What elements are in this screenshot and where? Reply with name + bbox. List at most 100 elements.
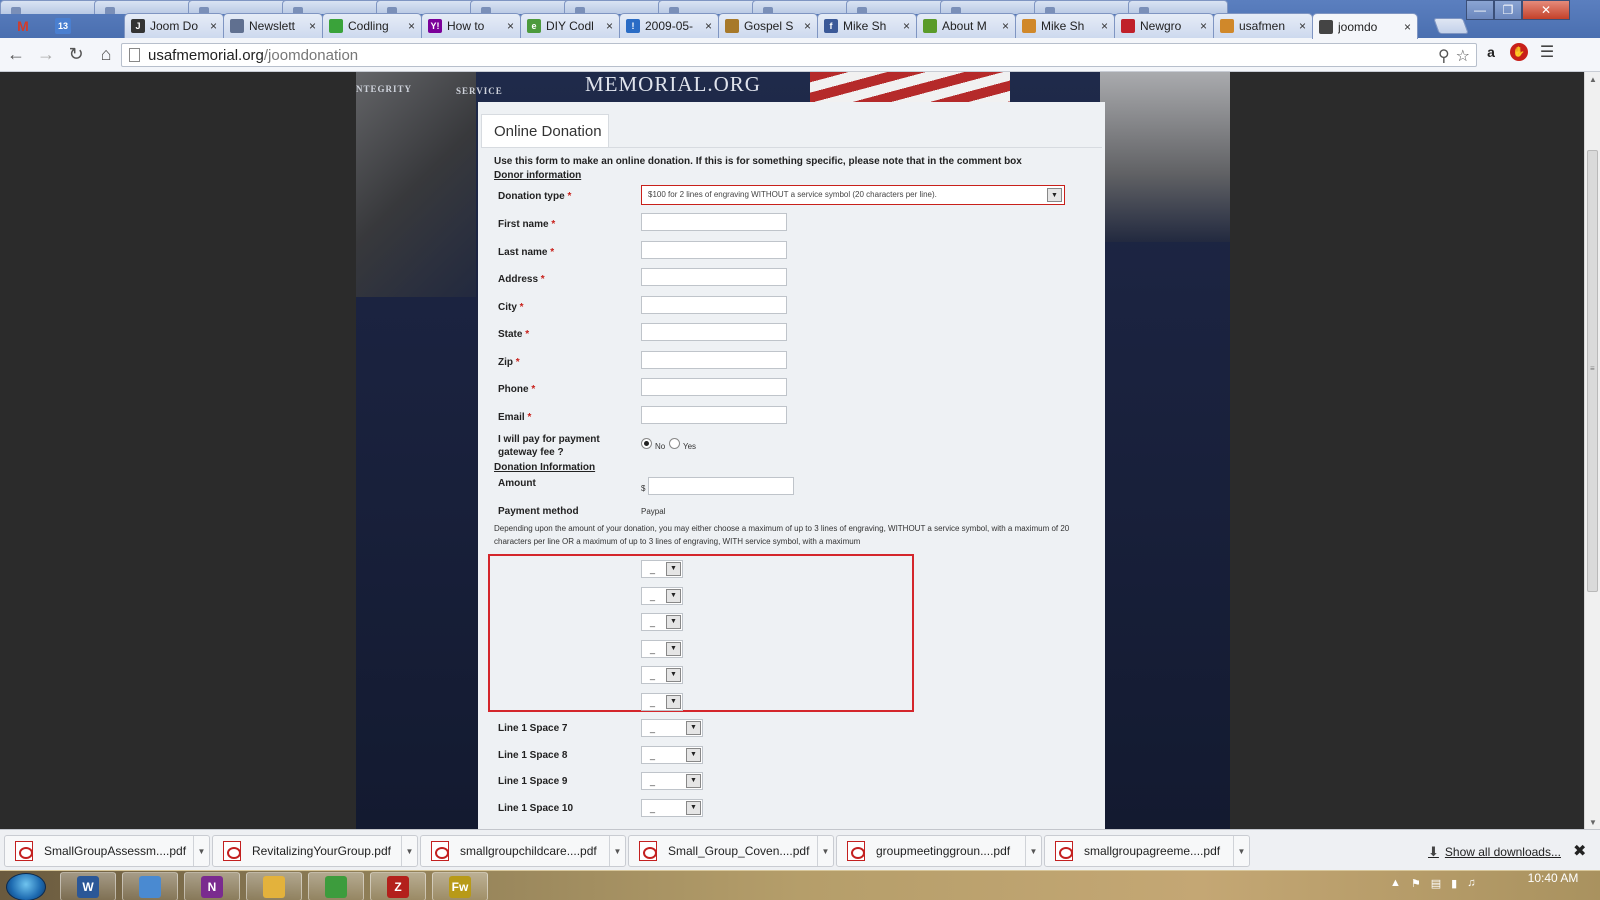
- chevron-down-icon[interactable]: ▼: [1047, 188, 1062, 202]
- chevron-down-icon[interactable]: ▼: [686, 721, 701, 735]
- background-tab[interactable]: [658, 0, 758, 14]
- network-icon[interactable]: ▤: [1431, 877, 1441, 890]
- background-tab[interactable]: [752, 0, 852, 14]
- browser-tab[interactable]: e DIY Codl ×: [520, 13, 620, 38]
- chevron-down-icon[interactable]: ▼: [666, 668, 681, 682]
- gateway-fee-yes-radio[interactable]: [669, 438, 680, 449]
- taskbar-app-button[interactable]: N: [184, 872, 240, 900]
- tab-close-icon[interactable]: ×: [1002, 19, 1009, 33]
- background-tab[interactable]: [470, 0, 570, 14]
- background-tab[interactable]: [1034, 0, 1134, 14]
- field-input[interactable]: [641, 323, 787, 341]
- line-space-select[interactable]: _ ▼: [641, 798, 703, 817]
- browser-tab[interactable]: J Joom Do ×: [124, 13, 224, 38]
- chevron-down-icon[interactable]: ▼: [666, 641, 681, 656]
- line-space-select[interactable]: _ ▼: [641, 745, 703, 764]
- chevron-down-icon[interactable]: ▼: [686, 747, 701, 762]
- engraving-select[interactable]: _ ▼: [641, 666, 683, 684]
- gmail-icon[interactable]: M: [8, 13, 38, 38]
- chevron-down-icon[interactable]: ▼: [1025, 836, 1041, 866]
- taskbar-app-button[interactable]: [308, 872, 364, 900]
- background-tab[interactable]: [564, 0, 664, 14]
- background-tab[interactable]: [0, 0, 100, 14]
- tab-close-icon[interactable]: ×: [1200, 19, 1207, 33]
- engraving-select[interactable]: _ ▼: [641, 560, 683, 578]
- download-item[interactable]: smallgroupchildcare....pdf ▼: [420, 835, 626, 867]
- tab-close-icon[interactable]: ×: [1101, 19, 1108, 33]
- forward-arrow-icon[interactable]: →: [32, 41, 60, 69]
- taskbar-app-button[interactable]: Fw: [432, 872, 488, 900]
- background-tab[interactable]: [846, 0, 946, 14]
- browser-tab[interactable]: About M ×: [916, 13, 1016, 38]
- browser-tab[interactable]: usafmen ×: [1213, 13, 1313, 38]
- amount-input[interactable]: [648, 477, 794, 495]
- field-input[interactable]: [641, 213, 787, 231]
- browser-tab[interactable]: joomdo ×: [1312, 13, 1418, 39]
- background-tab[interactable]: [188, 0, 288, 14]
- tab-close-icon[interactable]: ×: [705, 19, 712, 33]
- home-icon[interactable]: ⌂: [92, 41, 120, 69]
- tab-close-icon[interactable]: ×: [804, 19, 811, 33]
- chevron-down-icon[interactable]: ▼: [666, 588, 681, 603]
- address-bar[interactable]: usafmemorial.org/joomdonation ⚲ ☆: [121, 43, 1477, 67]
- calendar-icon[interactable]: 13: [48, 13, 78, 38]
- browser-tab[interactable]: f Mike Sh ×: [817, 13, 917, 38]
- amazon-icon[interactable]: a: [1480, 41, 1502, 63]
- donation-type-select[interactable]: $100 for 2 lines of engraving WITHOUT a …: [641, 185, 1065, 205]
- flag-icon[interactable]: ⚑: [1411, 877, 1421, 890]
- tab-close-icon[interactable]: ×: [1404, 20, 1411, 34]
- chevron-down-icon[interactable]: ▼: [666, 615, 681, 629]
- vertical-scrollbar[interactable]: ▲ ≡ ▼: [1584, 72, 1600, 829]
- scroll-down-icon[interactable]: ▼: [1589, 818, 1597, 827]
- background-tab[interactable]: [282, 0, 382, 14]
- tab-close-icon[interactable]: ×: [408, 19, 415, 33]
- chevron-down-icon[interactable]: ▼: [686, 800, 701, 815]
- download-item[interactable]: RevitalizingYourGroup.pdf ▼: [212, 835, 418, 867]
- download-item[interactable]: SmallGroupAssessm....pdf ▼: [4, 835, 210, 867]
- engraving-select[interactable]: _ ▼: [641, 639, 683, 658]
- field-input[interactable]: [641, 240, 787, 259]
- browser-tab[interactable]: ! 2009-05- ×: [619, 13, 719, 38]
- new-tab-button[interactable]: [1433, 18, 1469, 34]
- taskbar-app-button[interactable]: Z: [370, 872, 426, 900]
- gateway-fee-no-radio[interactable]: [641, 438, 652, 449]
- chevron-down-icon[interactable]: ▼: [686, 774, 701, 788]
- download-item[interactable]: groupmeetinggroun....pdf ▼: [836, 835, 1042, 867]
- chevron-down-icon[interactable]: ▼: [1233, 836, 1249, 866]
- tab-close-icon[interactable]: ×: [210, 19, 217, 33]
- tab-close-icon[interactable]: ×: [507, 19, 514, 33]
- tab-close-icon[interactable]: ×: [606, 19, 613, 33]
- show-all-downloads-link[interactable]: ⬇ Show all downloads...: [1428, 844, 1561, 860]
- chevron-down-icon[interactable]: ▼: [401, 836, 417, 866]
- browser-tab[interactable]: Newgro ×: [1114, 13, 1214, 38]
- start-button[interactable]: [6, 873, 46, 900]
- download-item[interactable]: smallgroupagreeme....pdf ▼: [1044, 835, 1250, 867]
- browser-tab[interactable]: Codling ×: [322, 13, 422, 38]
- reload-icon[interactable]: ↻: [62, 41, 90, 69]
- chevron-down-icon[interactable]: ▼: [193, 836, 209, 866]
- line-space-select[interactable]: _ ▼: [641, 772, 703, 790]
- engraving-select[interactable]: _ ▼: [641, 586, 683, 605]
- tab-close-icon[interactable]: ×: [903, 19, 910, 33]
- download-item[interactable]: Small_Group_Coven....pdf ▼: [628, 835, 834, 867]
- background-tab[interactable]: [376, 0, 476, 14]
- tab-close-icon[interactable]: ×: [309, 19, 316, 33]
- line-space-select[interactable]: _ ▼: [641, 719, 703, 737]
- browser-tab[interactable]: Gospel S ×: [718, 13, 818, 38]
- tab-close-icon[interactable]: ×: [1299, 19, 1306, 33]
- menu-icon[interactable]: ☰: [1536, 41, 1558, 63]
- chevron-down-icon[interactable]: ▼: [666, 562, 681, 576]
- background-tab[interactable]: [94, 0, 194, 14]
- chevron-down-icon[interactable]: ▼: [817, 836, 833, 866]
- field-input[interactable]: [641, 378, 787, 396]
- browser-tab[interactable]: Newslett ×: [223, 13, 323, 38]
- browser-tab[interactable]: Mike Sh ×: [1015, 13, 1115, 38]
- tray-arrow-icon[interactable]: ▲: [1390, 877, 1401, 890]
- engraving-select[interactable]: _ ▼: [641, 692, 683, 711]
- taskbar-app-button[interactable]: [122, 872, 178, 900]
- chevron-down-icon[interactable]: ▼: [609, 836, 625, 866]
- scroll-up-icon[interactable]: ▲: [1589, 75, 1597, 84]
- taskbar-clock[interactable]: 10:40 AM: [1510, 871, 1596, 886]
- background-tab[interactable]: [940, 0, 1040, 14]
- taskbar-app-button[interactable]: [246, 872, 302, 900]
